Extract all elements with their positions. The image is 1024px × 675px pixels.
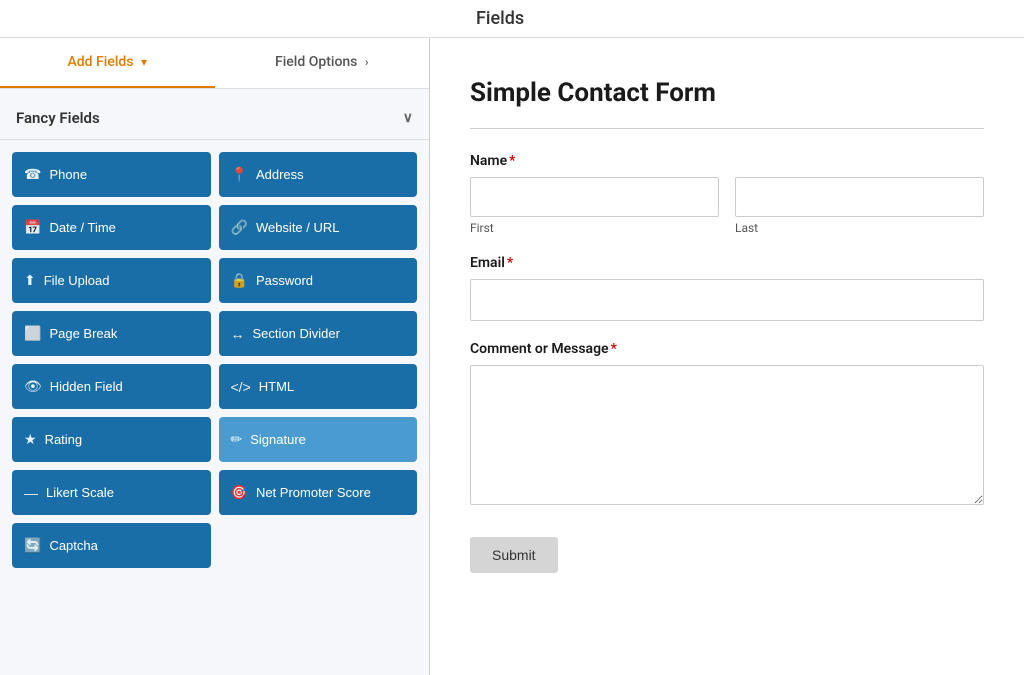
- field-btn-page-break[interactable]: ⬜ Page Break: [12, 311, 211, 356]
- form-title: Simple Contact Form: [470, 78, 984, 108]
- field-btn-phone[interactable]: ☎ Phone: [12, 152, 211, 197]
- page-title: Fields: [476, 8, 524, 29]
- email-required: *: [507, 255, 513, 271]
- file-upload-icon: ⬆: [24, 272, 36, 289]
- rating-icon: ★: [24, 431, 37, 448]
- email-input[interactable]: [470, 279, 984, 321]
- fancy-fields-section-header[interactable]: Fancy Fields ∨: [0, 97, 429, 140]
- last-name-wrap: Last: [735, 177, 984, 235]
- password-icon: 🔒: [231, 272, 248, 289]
- comment-textarea[interactable]: [470, 365, 984, 505]
- first-name-input[interactable]: [470, 177, 719, 217]
- email-label: Email*: [470, 255, 984, 271]
- add-fields-arrow: ▾: [141, 55, 147, 69]
- form-group-email: Email*: [470, 255, 984, 321]
- form-preview: Simple Contact Form Name* First Last: [430, 38, 1024, 675]
- field-btn-html[interactable]: </> HTML: [219, 364, 418, 409]
- phone-icon: ☎: [24, 166, 41, 183]
- name-label: Name*: [470, 153, 984, 169]
- likert-icon: —: [24, 485, 38, 501]
- field-btn-captcha[interactable]: 🔄 Captcha: [12, 523, 211, 568]
- tab-add-fields[interactable]: Add Fields ▾: [0, 38, 215, 88]
- page-break-icon: ⬜: [24, 325, 41, 342]
- form-group-comment: Comment or Message*: [470, 341, 984, 509]
- name-required: *: [509, 153, 515, 169]
- field-btn-address[interactable]: 📍 Address: [219, 152, 418, 197]
- last-label: Last: [735, 221, 984, 235]
- comment-required: *: [611, 341, 617, 357]
- field-btn-signature[interactable]: ✏ Signature: [219, 417, 418, 462]
- right-panel: Simple Contact Form Name* First Last: [430, 38, 1024, 675]
- section-divider-icon: ↔: [231, 326, 245, 342]
- name-fields-row: First Last: [470, 177, 984, 235]
- top-header: Fields: [0, 0, 1024, 38]
- address-icon: 📍: [231, 166, 248, 183]
- website-icon: 🔗: [231, 219, 248, 236]
- html-icon: </>: [231, 379, 251, 395]
- field-btn-net-promoter-score[interactable]: 🎯 Net Promoter Score: [219, 470, 418, 515]
- field-btn-website-url[interactable]: 🔗 Website / URL: [219, 205, 418, 250]
- form-divider: [470, 128, 984, 129]
- field-btn-hidden-field[interactable]: 👁 Hidden Field: [12, 364, 211, 409]
- field-btn-rating[interactable]: ★ Rating: [12, 417, 211, 462]
- datetime-icon: 📅: [24, 219, 41, 236]
- field-btn-file-upload[interactable]: ⬆ File Upload: [12, 258, 211, 303]
- captcha-icon: 🔄: [24, 537, 41, 554]
- left-panel: Add Fields ▾ Field Options › Fancy Field…: [0, 38, 430, 675]
- fancy-fields-grid: ☎ Phone 📍 Address 📅 Date / Time 🔗 Websit…: [0, 148, 429, 576]
- tab-field-options[interactable]: Field Options ›: [215, 38, 430, 88]
- field-options-arrow: ›: [365, 55, 369, 69]
- first-label: First: [470, 221, 719, 235]
- form-group-name: Name* First Last: [470, 153, 984, 235]
- field-btn-likert-scale[interactable]: — Likert Scale: [12, 470, 211, 515]
- main-layout: Add Fields ▾ Field Options › Fancy Field…: [0, 38, 1024, 675]
- tabs-bar: Add Fields ▾ Field Options ›: [0, 38, 429, 89]
- first-name-wrap: First: [470, 177, 719, 235]
- fancy-fields-label: Fancy Fields: [16, 109, 100, 127]
- submit-button[interactable]: Submit: [470, 537, 558, 573]
- comment-label: Comment or Message*: [470, 341, 984, 357]
- last-name-input[interactable]: [735, 177, 984, 217]
- signature-icon: ✏: [231, 431, 243, 448]
- fields-area[interactable]: Fancy Fields ∨ ☎ Phone 📍 Address 📅 Date …: [0, 89, 429, 675]
- hidden-field-icon: 👁: [24, 378, 42, 395]
- field-btn-date-time[interactable]: 📅 Date / Time: [12, 205, 211, 250]
- nps-icon: 🎯: [231, 484, 248, 501]
- fancy-fields-chevron: ∨: [403, 110, 413, 126]
- field-btn-section-divider[interactable]: ↔ Section Divider: [219, 311, 418, 356]
- field-btn-password[interactable]: 🔒 Password: [219, 258, 418, 303]
